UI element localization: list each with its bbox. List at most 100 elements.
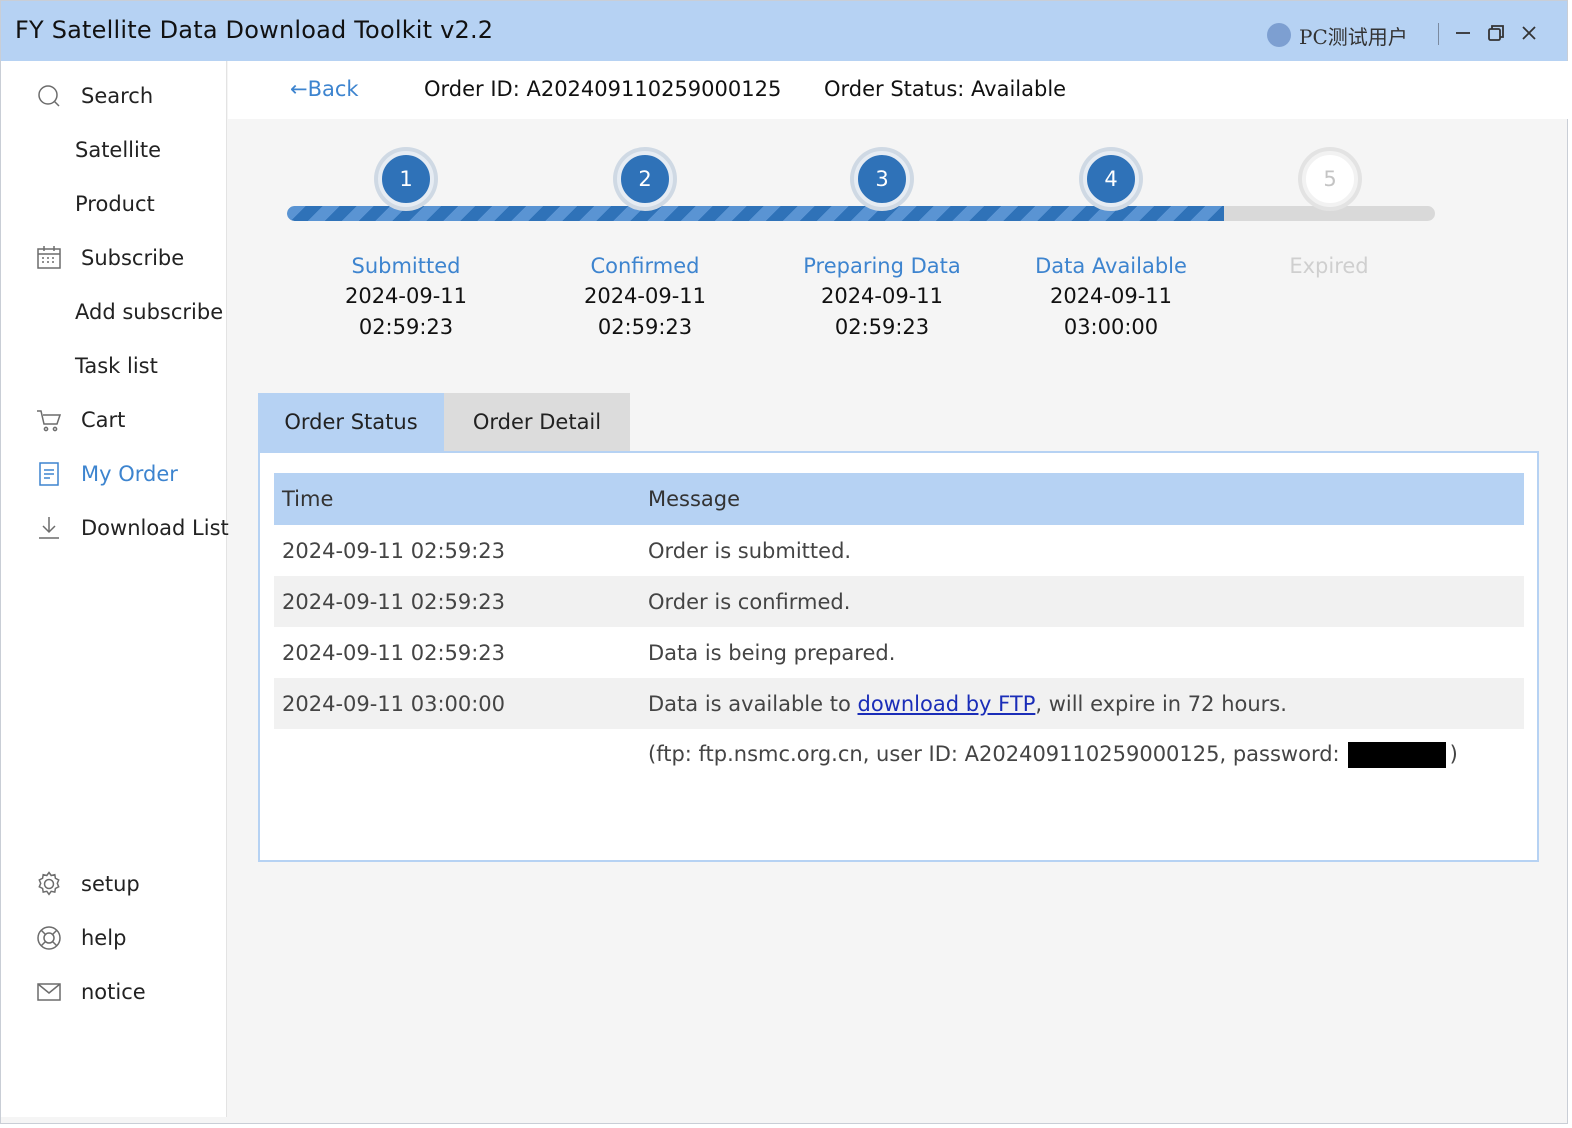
- user-name[interactable]: PC测试用户: [1299, 21, 1408, 50]
- minimize-icon: [1456, 32, 1470, 34]
- table-row: 2024-09-11 03:00:00 Data is available to…: [274, 678, 1524, 729]
- order-id: Order ID: A202409110259000125: [424, 77, 782, 101]
- step-5-info: Expired: [1219, 251, 1439, 281]
- step-date: 2024-09-11: [1049, 284, 1173, 308]
- back-link[interactable]: ←Back: [290, 77, 359, 101]
- sidebar-item-task-list[interactable]: Task list: [1, 344, 227, 388]
- row-message: Data is being prepared.: [648, 640, 896, 665]
- message-suffix: , will expire in 72 hours.: [1035, 691, 1287, 716]
- close-icon: [1522, 26, 1536, 40]
- sidebar-item-add-subscribe[interactable]: Add subscribe: [1, 290, 227, 334]
- sidebar-item-notice[interactable]: notice: [1, 970, 227, 1014]
- sidebar-item-label: Download List: [81, 516, 229, 540]
- sidebar-item-label: Product: [75, 192, 155, 216]
- sidebar-item-label: Cart: [81, 408, 126, 432]
- sidebar-item-my-order[interactable]: My Order: [1, 452, 227, 496]
- row-message: Data is available to download by FTP, wi…: [648, 692, 1524, 716]
- redacted-password: [1347, 741, 1446, 768]
- step-number: 4: [1083, 151, 1139, 207]
- step-3-info: Preparing Data 2024-09-11 02:59:23: [772, 251, 992, 343]
- ftp-credentials-row: (ftp: ftp.nsmc.org.cn, user ID: A2024091…: [274, 729, 1524, 780]
- step-4-marker: 4: [1079, 147, 1143, 211]
- ftp-download-link[interactable]: download by FTP: [858, 692, 1036, 716]
- progress-track: [287, 206, 1435, 221]
- step-number: 5: [1302, 151, 1358, 207]
- sidebar-item-label: Subscribe: [81, 246, 185, 270]
- ftp-credentials: (ftp: ftp.nsmc.org.cn, user ID: A2024091…: [648, 741, 1524, 768]
- maximize-button[interactable]: [1482, 19, 1510, 47]
- sidebar-item-subscribe[interactable]: Subscribe: [1, 236, 227, 280]
- table-header: Time Message: [274, 473, 1524, 525]
- step-date: 2024-09-11: [344, 284, 468, 308]
- sidebar-item-search[interactable]: Search: [1, 74, 227, 118]
- app-window: FY Satellite Data Download Toolkit v2.2 …: [0, 0, 1568, 1124]
- step-time: 03:00:00: [1063, 315, 1159, 339]
- sidebar-item-label: Task list: [75, 354, 158, 378]
- message-prefix: Data is available to: [648, 691, 858, 716]
- ftp-credentials-text: (ftp: ftp.nsmc.org.cn, user ID: A2024091…: [648, 741, 1340, 766]
- step-3-marker: 3: [850, 147, 914, 211]
- document-icon: [35, 460, 63, 488]
- step-2-marker: 2: [613, 147, 677, 211]
- step-time: 02:59:23: [597, 315, 693, 339]
- step-date: 2024-09-11: [583, 284, 707, 308]
- row-time: 2024-09-11 02:59:23: [282, 640, 506, 665]
- lifebuoy-icon: [35, 924, 63, 952]
- sidebar-item-satellite[interactable]: Satellite: [1, 128, 227, 172]
- step-time: 02:59:23: [834, 315, 930, 339]
- close-button[interactable]: [1515, 19, 1543, 47]
- restore-icon: [1488, 25, 1504, 41]
- sidebar-item-label: setup: [81, 872, 140, 896]
- step-5-marker: 5: [1298, 147, 1362, 211]
- download-icon: [35, 514, 63, 542]
- sidebar-item-label: Satellite: [75, 138, 162, 162]
- sidebar-item-download-list[interactable]: Download List: [1, 506, 229, 550]
- sidebar-item-label: My Order: [81, 462, 178, 486]
- sidebar-item-setup[interactable]: setup: [1, 862, 227, 906]
- table-row: 2024-09-11 02:59:23 Data is being prepar…: [274, 627, 1524, 678]
- sidebar-item-label: help: [81, 926, 127, 950]
- tab-order-status[interactable]: Order Status: [258, 393, 444, 451]
- table-row: 2024-09-11 02:59:23 Order is confirmed.: [274, 576, 1524, 627]
- row-time: 2024-09-11 03:00:00: [282, 691, 506, 716]
- sidebar-item-product[interactable]: Product: [1, 182, 227, 226]
- tab-order-detail[interactable]: Order Detail: [444, 393, 630, 451]
- step-number: 1: [378, 151, 434, 207]
- step-name: Submitted: [351, 254, 461, 278]
- step-date: 2024-09-11: [820, 284, 944, 308]
- order-status-panel: Time Message 2024-09-11 02:59:23 Order i…: [258, 451, 1539, 862]
- sidebar-item-label: notice: [81, 980, 146, 1004]
- ftp-credentials-close: ): [1449, 741, 1458, 766]
- step-name: Confirmed: [590, 254, 700, 278]
- sidebar-item-help[interactable]: help: [1, 916, 227, 960]
- user-avatar[interactable]: [1267, 23, 1291, 47]
- row-time: 2024-09-11 02:59:23: [282, 589, 506, 614]
- app-title: FY Satellite Data Download Toolkit v2.2: [15, 16, 494, 44]
- step-name: Data Available: [1035, 254, 1187, 278]
- step-name: Preparing Data: [803, 254, 961, 278]
- step-2-info: Confirmed 2024-09-11 02:59:23: [535, 251, 755, 343]
- step-1-info: Submitted 2024-09-11 02:59:23: [296, 251, 516, 343]
- row-message: Order is submitted.: [648, 538, 852, 563]
- mail-icon: [35, 978, 63, 1006]
- status-table: Time Message 2024-09-11 02:59:23 Order i…: [274, 473, 1524, 780]
- sidebar-item-label: Search: [81, 84, 154, 108]
- step-name: Expired: [1289, 254, 1369, 278]
- step-number: 2: [617, 151, 673, 207]
- column-header-time: Time: [282, 487, 334, 511]
- step-time: 02:59:23: [358, 315, 454, 339]
- minimize-button[interactable]: [1449, 19, 1477, 47]
- progress-fill: [287, 206, 1224, 221]
- step-1-marker: 1: [374, 147, 438, 211]
- table-row: 2024-09-11 02:59:23 Order is submitted.: [274, 525, 1524, 576]
- step-4-info: Data Available 2024-09-11 03:00:00: [1001, 251, 1221, 343]
- order-header: ←Back Order ID: A202409110259000125 Orde…: [228, 61, 1568, 119]
- row-message: Order is confirmed.: [648, 589, 851, 614]
- gear-icon: [35, 870, 63, 898]
- column-header-message: Message: [648, 487, 741, 511]
- step-number: 3: [854, 151, 910, 207]
- sidebar: Search Satellite Product Subscribe Add s…: [1, 61, 229, 1117]
- cart-icon: [35, 406, 63, 434]
- row-time: 2024-09-11 02:59:23: [282, 538, 506, 563]
- sidebar-item-cart[interactable]: Cart: [1, 398, 227, 442]
